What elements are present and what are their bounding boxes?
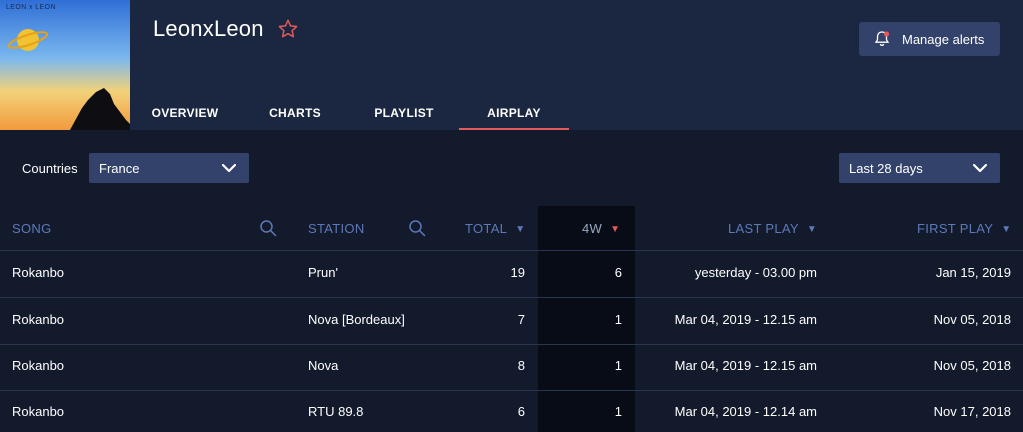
table-row[interactable]: Rokanbo Nova [Bordeaux] 7 1 Mar 04, 2019… <box>0 298 1023 345</box>
cell-song: Rokanbo <box>12 404 65 419</box>
cell-first-play: Nov 05, 2018 <box>933 312 1011 327</box>
cell-first-play: Jan 15, 2019 <box>935 265 1011 280</box>
header-first-play[interactable]: FIRST PLAY ▼ <box>917 221 1011 236</box>
period-select[interactable]: Last 28 days <box>839 153 1000 183</box>
sort-arrow-icon: ▼ <box>806 224 818 235</box>
chevron-down-icon <box>972 161 988 175</box>
manage-alerts-label: Manage alerts <box>902 31 985 47</box>
header-song[interactable]: SONG <box>12 221 51 236</box>
cell-4w: 1 <box>614 358 622 373</box>
table-row[interactable]: Rokanbo Prun' 19 6 yesterday - 03.00 pm … <box>0 251 1023 298</box>
country-select-value: France <box>99 160 140 176</box>
header-total-label: TOTAL <box>465 221 508 236</box>
tab-overview[interactable]: OVERVIEW <box>140 96 230 130</box>
header-4w[interactable]: 4W ▼ <box>582 221 620 236</box>
cell-song: Rokanbo <box>12 265 65 280</box>
bell-icon <box>873 30 891 48</box>
header-last-play-label: LAST PLAY <box>728 221 799 236</box>
cell-station: Prun' <box>308 265 338 280</box>
manage-alerts-button[interactable]: Manage alerts <box>859 22 1000 56</box>
cell-song: Rokanbo <box>12 358 65 373</box>
search-icon[interactable] <box>259 219 277 237</box>
cell-first-play: Nov 05, 2018 <box>933 358 1011 373</box>
table-row[interactable]: Rokanbo RTU 89.8 6 1 Mar 04, 2019 - 12.1… <box>0 390 1023 432</box>
sort-arrow-icon: ▼ <box>610 224 621 235</box>
tab-charts[interactable]: CHARTS <box>254 96 336 130</box>
cell-total: 8 <box>517 358 525 373</box>
header-last-play[interactable]: LAST PLAY ▼ <box>728 221 817 236</box>
cell-4w: 1 <box>614 404 622 419</box>
header-total[interactable]: TOTAL ▼ <box>465 221 525 236</box>
header-first-play-label: FIRST PLAY <box>917 221 994 236</box>
cell-last-play: Mar 04, 2019 - 12.14 am <box>674 404 817 419</box>
star-icon[interactable] <box>277 18 299 40</box>
cell-station: Nova <box>308 358 339 373</box>
cell-4w: 1 <box>614 312 622 327</box>
country-select[interactable]: France <box>89 153 249 183</box>
cell-last-play: Mar 04, 2019 - 12.15 am <box>674 358 817 373</box>
sort-arrow-icon: ▼ <box>515 224 526 235</box>
table-row[interactable]: Rokanbo Nova 8 1 Mar 04, 2019 - 12.15 am… <box>0 344 1023 391</box>
chevron-down-icon <box>221 161 237 175</box>
tab-airplay[interactable]: AIRPLAY <box>459 96 569 130</box>
cell-total: 19 <box>510 265 525 280</box>
cell-station: RTU 89.8 <box>308 404 364 419</box>
cell-station: Nova [Bordeaux] <box>308 312 405 327</box>
header-4w-label: 4W <box>582 221 603 236</box>
artist-name: LeonxLeon <box>153 16 264 41</box>
search-icon[interactable] <box>408 219 426 237</box>
table-header: SONG STATION TOTAL ▼ 4W ▼ LAST PLAY ▼ FIRST… <box>0 206 1023 251</box>
countries-label: Countries <box>22 161 78 176</box>
cell-song: Rokanbo <box>12 312 65 327</box>
artist-header: LEON x LEON LeonxLeon Manage alerts OVER… <box>0 0 1023 130</box>
sort-arrow-icon: ▼ <box>1001 224 1012 235</box>
header-station[interactable]: STATION <box>308 221 365 236</box>
tab-playlist[interactable]: PLAYLIST <box>360 96 448 130</box>
cell-total: 6 <box>517 404 525 419</box>
album-cover: LEON x LEON <box>0 0 130 130</box>
period-select-value: Last 28 days <box>849 160 923 176</box>
cell-last-play: yesterday - 03.00 pm <box>694 265 817 280</box>
cover-text: LEON x LEON <box>6 4 56 11</box>
cell-first-play: Nov 17, 2018 <box>933 404 1011 419</box>
cell-4w: 6 <box>614 265 622 280</box>
cell-total: 7 <box>517 312 525 327</box>
cell-last-play: Mar 04, 2019 - 12.15 am <box>674 312 817 327</box>
